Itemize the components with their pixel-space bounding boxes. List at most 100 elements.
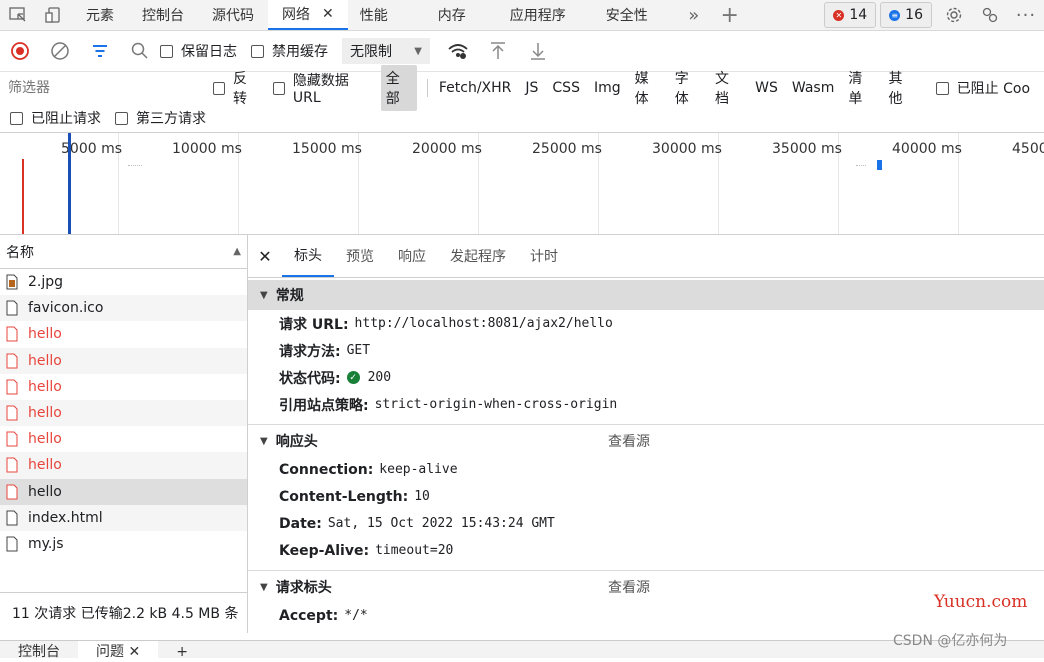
hide-data-urls-checkbox[interactable]: 隐藏数据 URL [272,70,375,106]
close-tab-icon[interactable]: ✕ [322,6,334,22]
error-file-icon [6,457,18,473]
throttling-select[interactable]: 无限制 ▼ [342,38,430,64]
export-har-icon[interactable] [518,31,558,71]
filter-type-wasm[interactable]: Wasm [787,77,839,99]
network-conditions-icon[interactable] [438,31,478,71]
import-har-icon[interactable] [478,31,518,71]
preserve-log-checkbox[interactable]: 保留日志 [160,41,237,61]
checkbox-box[interactable] [115,111,128,125]
request-row[interactable]: hello [0,452,247,479]
checkbox-box[interactable] [212,81,225,95]
view-source-link[interactable]: 查看源 [608,431,650,451]
add-tab-icon[interactable]: + [712,0,748,30]
blocked-cookies-checkbox[interactable]: 已阻止 Coo [935,78,1030,98]
header-row: 请求 URL: http://localhost:8081/ajax2/hello [279,316,613,333]
document-file-icon [6,510,18,526]
expand-triangle-icon: ▼ [260,435,268,447]
request-bar [128,165,142,167]
close-icon[interactable]: ✕ [128,644,140,660]
tab-console[interactable]: 控制台 [128,0,198,30]
header-row: Connection: keep-alive [279,461,458,478]
tick-label: 4500 [1012,141,1044,157]
summary-bar: 11 次请求 已传输2.2 kB 4.5 MB 条 [0,592,247,633]
message-count-badge[interactable]: ≡ 16 [880,2,932,28]
checkbox-box[interactable] [160,44,173,58]
checkbox-box[interactable] [935,81,949,95]
filter-type-img[interactable]: Img [589,77,626,99]
name-column-header[interactable]: 名称 ▲ [0,235,247,269]
document-file-icon [6,536,18,552]
general-section-header[interactable]: ▼ 常规 [248,280,1044,310]
disable-cache-checkbox[interactable]: 禁用缓存 [251,41,328,61]
request-bar [856,165,866,167]
request-list: 名称 ▲ 2.jpg favicon.ico hello hello hello… [0,235,248,633]
tab-preview[interactable]: 预览 [334,235,386,277]
tab-performance[interactable]: 性能 [348,0,410,30]
filter-icon[interactable] [80,31,120,71]
request-headers-section-header[interactable]: ▼ 请求标头 查看源 [248,572,1044,602]
tab-memory[interactable]: 内存 [410,0,494,30]
request-row[interactable]: hello [0,399,247,427]
filter-type-js[interactable]: JS [520,77,543,99]
filter-type-fetch-xhr[interactable]: Fetch/XHR [434,77,517,99]
close-details-icon[interactable]: ✕ [248,247,282,266]
tab-network[interactable]: 网络 ✕ [268,0,348,30]
device-emulation-icon[interactable] [36,0,72,30]
checkbox-box[interactable] [10,111,23,125]
response-headers-section-header[interactable]: ▼ 响应头 查看源 [248,426,1044,456]
tab-response[interactable]: 响应 [386,235,438,277]
tab-elements[interactable]: 元素 [72,0,128,30]
tab-headers[interactable]: 标头 [282,235,334,277]
tick-label: 15000 ms [292,141,362,157]
gear-icon[interactable] [936,0,972,30]
drawer-tab-console[interactable]: 控制台 [0,641,78,662]
timeline-overview[interactable]: 5000 ms 10000 ms 15000 ms 20000 ms 25000… [0,133,1044,235]
tick-label: 20000 ms [412,141,482,157]
drawer-tab-issues[interactable]: 问题 ✕ [78,641,159,662]
sort-ascending-icon[interactable]: ▲ [233,246,241,257]
inspect-element-icon[interactable] [0,0,36,30]
third-party-checkbox[interactable]: 第三方请求 [115,108,206,128]
error-file-icon [6,326,18,342]
request-row[interactable]: index.html [0,504,247,531]
tab-security[interactable]: 安全性 [594,0,676,30]
more-options-icon[interactable]: ··· [1008,0,1044,30]
filter-type-css[interactable]: CSS [547,77,585,99]
more-tabs-icon[interactable]: » [676,0,712,30]
customize-icon[interactable] [972,0,1008,30]
request-row[interactable]: hello [0,347,247,374]
add-drawer-tab-icon[interactable]: + [158,641,206,662]
view-source-link[interactable]: 查看源 [608,577,650,597]
invert-checkbox[interactable]: 反转 [212,68,259,108]
request-bar [877,160,882,170]
csdn-watermark: CSDN @亿亦何为 [893,633,1008,649]
tab-initiator[interactable]: 发起程序 [438,235,518,277]
checkbox-box[interactable] [251,44,264,58]
checkbox-box[interactable] [272,81,285,95]
filter-type-ws[interactable]: WS [750,77,783,99]
error-file-icon [6,431,18,447]
header-row: 状态代码: ✓ 200 [279,370,392,387]
filter-input[interactable] [6,75,197,101]
request-row[interactable]: hello [0,321,247,347]
tab-timing[interactable]: 计时 [518,235,570,277]
request-row-selected[interactable]: hello [0,478,247,505]
search-icon[interactable] [120,31,160,71]
record-button[interactable] [0,31,40,71]
dom-content-loaded-marker [68,133,71,234]
tab-sources[interactable]: 源代码 [198,0,268,30]
request-row[interactable]: hello [0,426,247,452]
clear-icon[interactable] [40,31,80,71]
error-count-badge[interactable]: ✕ 14 [824,2,877,28]
request-row[interactable]: hello [0,374,247,400]
tick-label: 10000 ms [172,141,242,157]
load-event-marker [22,159,24,234]
filter-bar: 反转 隐藏数据 URL 全部 Fetch/XHR JS CSS Img 媒体 字… [0,65,1044,111]
request-row[interactable]: 2.jpg [0,269,247,295]
blocked-requests-checkbox[interactable]: 已阻止请求 [10,108,101,128]
request-row[interactable]: favicon.ico [0,295,247,322]
request-row[interactable]: my.js [0,531,247,557]
tab-application[interactable]: 应用程序 [494,0,594,30]
drawer-tab-bar: 控制台 问题 ✕ + [0,640,1044,662]
header-row: Accept: */* [279,607,368,624]
